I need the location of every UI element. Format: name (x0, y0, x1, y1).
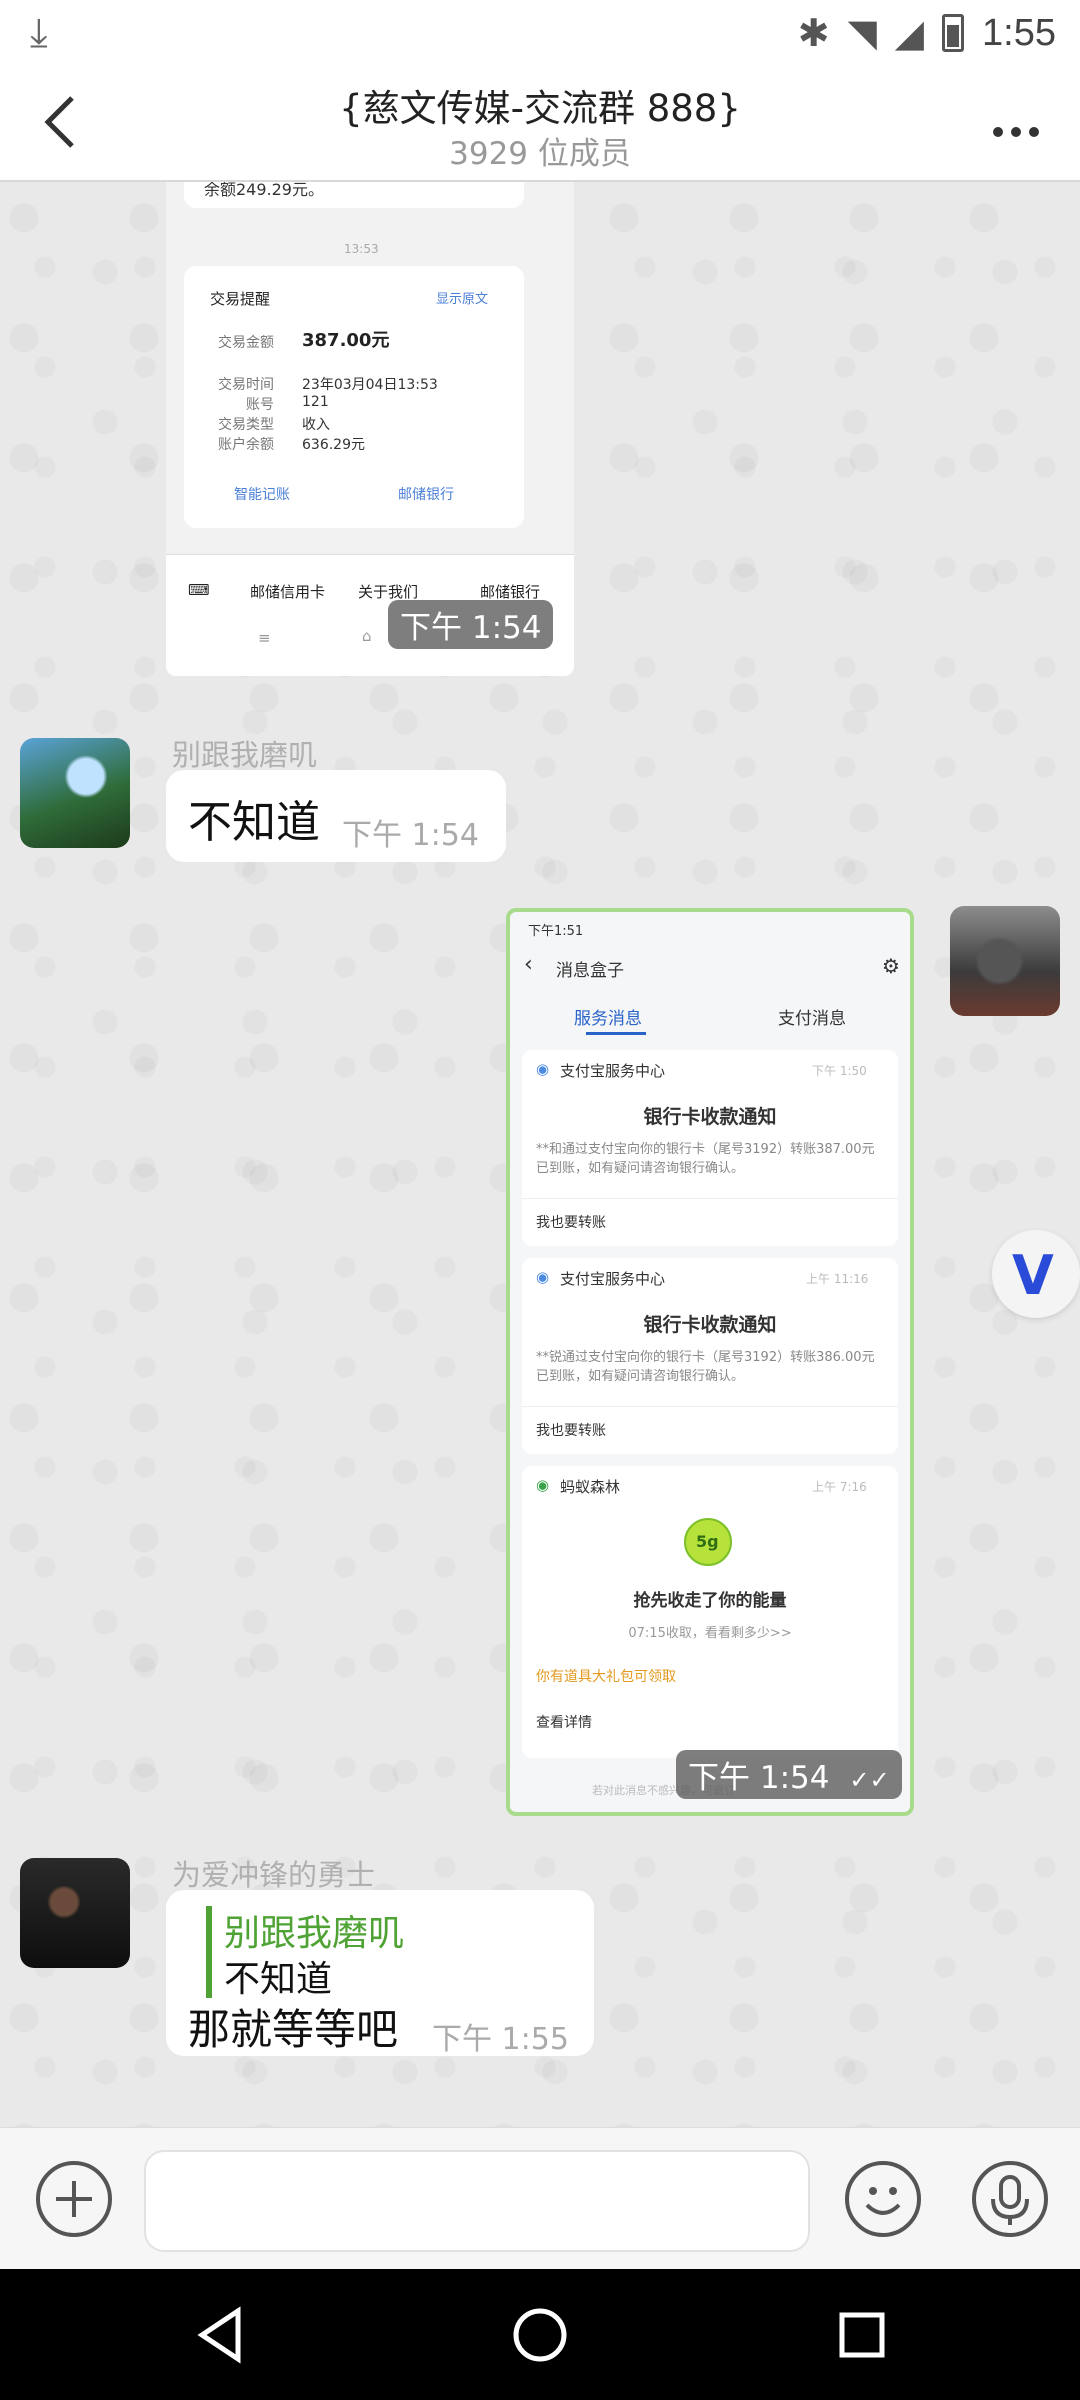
message-timestamp: 下午 1:54 ✓✓ (676, 1750, 902, 1799)
avatar[interactable] (20, 738, 130, 848)
group-title[interactable]: {慈文传媒-交流群 888} (0, 78, 1080, 132)
floating-v-button[interactable]: V 2 (992, 1230, 1080, 1318)
message-text: 不知道 (188, 797, 320, 848)
quote-text: 不知道 (224, 1959, 333, 2000)
message-text: 那就等等吧 (188, 2005, 399, 2054)
inner-time: 13:53 (344, 242, 379, 256)
chevron-left-icon: ‹ (524, 952, 533, 977)
emoji-button[interactable] (845, 2161, 921, 2237)
chat-area[interactable]: 余额249.29元。 13:53 交易提醒 显示原文 交易金额 387.00元 … (0, 182, 1080, 2127)
triangle-back-icon (197, 2306, 241, 2364)
home-icon: ⌂ (362, 627, 372, 645)
alipay-icon: ◉ (536, 1060, 550, 1078)
add-button[interactable] (36, 2161, 112, 2237)
alipay-icon: ◉ (536, 1268, 550, 1286)
menu-icon: ≡ (258, 629, 271, 647)
wifi-icon: ◥ (847, 11, 877, 55)
bluetooth-icon: ✱ (797, 11, 830, 55)
more-dots-icon (993, 127, 1039, 137)
message-timestamp: 下午 1:54 (388, 600, 554, 649)
notification-card: ◉ 支付宝服务中心 下午 1:50 银行卡收款通知 **和通过支付宝向你的银行卡… (522, 1050, 898, 1246)
status-time: 1:55 (982, 11, 1056, 54)
ant-forest-icon: ◉ (536, 1476, 550, 1494)
status-bar: ⤓ ✱ ◥ ◢ 1:55 (0, 0, 1080, 66)
image-message[interactable]: 下午1:51 ‹ 消息盒子 ⚙ 服务消息 支付消息 ◉ 支付宝服务中心 下午 1… (506, 908, 914, 1816)
avatar[interactable] (20, 1858, 130, 1968)
member-count: 3929 位成员 (449, 136, 631, 172)
message-time: 下午 1:54 (342, 818, 479, 853)
microphone-icon (991, 2175, 1029, 2225)
circle-home-icon (513, 2308, 567, 2362)
system-nav-bar (0, 2269, 1080, 2400)
quote-author: 别跟我磨叽 (224, 1913, 405, 1954)
sender-name[interactable]: 为爱冲锋的勇士 (172, 1852, 375, 1894)
message-bubble[interactable]: 别跟我磨叽 不知道 那就等等吧 下午 1:55 (166, 1890, 594, 2057)
message-time: 下午 1:55 (432, 2022, 569, 2057)
input-bar (0, 2127, 1080, 2269)
gear-icon: ⚙ (882, 954, 900, 978)
square-recents-icon (839, 2312, 885, 2358)
voice-button[interactable] (972, 2161, 1048, 2237)
read-check-icon: ✓✓ (849, 1766, 890, 1794)
avatar[interactable] (950, 906, 1060, 1016)
keyboard-icon: ⌨ (188, 581, 210, 599)
download-icon: ⤓ (30, 10, 48, 56)
sender-name[interactable]: 别跟我磨叽 (172, 732, 317, 774)
tab-indicator (586, 1032, 646, 1035)
message-input[interactable] (144, 2150, 810, 2252)
transaction-amount: 387.00元 (302, 330, 390, 351)
tab-service: 服务消息 (574, 1009, 642, 1029)
nav-back-button[interactable] (190, 2303, 254, 2367)
quote-bar (206, 1906, 212, 1998)
smile-icon (865, 2187, 901, 2215)
energy-badge: 5g (684, 1518, 732, 1566)
image-message[interactable]: 余额249.29元。 13:53 交易提醒 显示原文 交易金额 387.00元 … (166, 182, 574, 676)
message-bubble[interactable]: 不知道 下午 1:54 (166, 770, 506, 862)
chat-header: {慈文传媒-交流群 888} 3929 位成员 (0, 66, 1080, 182)
signal-icon: ◢ (894, 11, 925, 55)
tab-pay: 支付消息 (778, 1009, 846, 1029)
nav-recents-button[interactable] (830, 2303, 894, 2367)
more-options-button[interactable] (992, 92, 1040, 150)
nav-home-button[interactable] (508, 2303, 572, 2367)
notification-card: ◉ 蚂蚁森林 上午 7:16 5g 抢先收走了你的能量 07:15收取，看看剩多… (522, 1466, 898, 1758)
battery-icon (942, 14, 965, 52)
balance-fragment: 余额249.29元。 (204, 182, 324, 199)
notification-card: ◉ 支付宝服务中心 上午 11:16 银行卡收款通知 **锐通过支付宝向你的银行… (522, 1258, 898, 1454)
plus-icon (56, 2181, 92, 2217)
